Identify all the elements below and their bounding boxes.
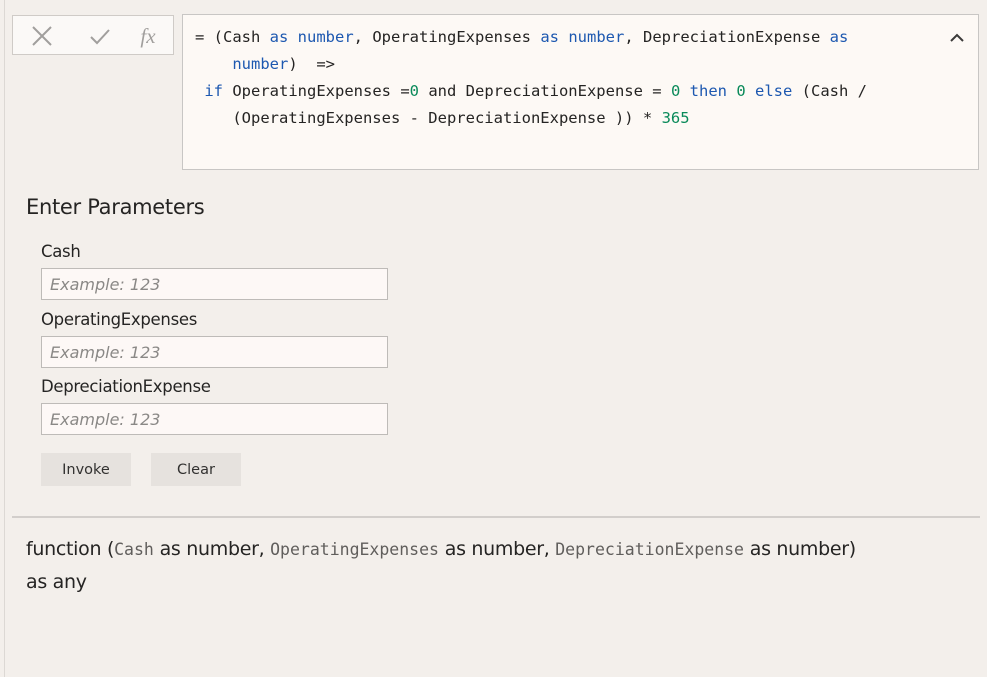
formula-token: else xyxy=(755,82,793,100)
param-label-depreciation-expense: DepreciationExpense xyxy=(41,377,211,396)
clear-button[interactable]: Clear xyxy=(151,453,241,486)
param-label-cash: Cash xyxy=(41,242,81,261)
param-label-operating-expenses: OperatingExpenses xyxy=(41,310,198,329)
formula-token: 365 xyxy=(661,109,690,127)
formula-code[interactable]: = (Cash as number, OperatingExpenses as … xyxy=(195,24,935,132)
formula-bar-buttons: fx xyxy=(12,15,174,55)
signature-separator: , xyxy=(258,538,271,560)
signature-param-name: OperatingExpenses xyxy=(270,540,439,559)
formula-editor[interactable]: = (Cash as number, OperatingExpenses as … xyxy=(182,14,979,170)
cash-input[interactable] xyxy=(41,268,388,300)
signature-suffix: ) xyxy=(848,538,856,560)
chevron-up-icon[interactable] xyxy=(946,27,968,49)
signature-return: as any xyxy=(26,571,87,593)
formula-token xyxy=(559,28,568,46)
formula-token: as xyxy=(540,28,559,46)
formula-token: , OperatingExpenses xyxy=(353,28,541,46)
formula-line: if OperatingExpenses =0 and Depreciation… xyxy=(195,78,935,105)
formula-token: 0 xyxy=(736,82,746,100)
formula-token xyxy=(746,82,755,100)
formula-token: 0 xyxy=(409,82,419,100)
formula-token: if xyxy=(204,82,224,100)
function-signature: function (Cash as number, OperatingExpen… xyxy=(26,533,976,599)
fx-icon[interactable]: fx xyxy=(131,22,165,50)
formula-token: and DepreciationExpense = xyxy=(419,82,671,100)
formula-token: (OperatingExpenses - DepreciationExpense… xyxy=(195,109,662,127)
signature-param-type: as number xyxy=(744,538,849,560)
close-icon[interactable] xyxy=(25,22,59,50)
depreciation-expense-input[interactable] xyxy=(41,403,388,435)
signature-prefix: function ( xyxy=(26,538,115,560)
invoke-button[interactable]: Invoke xyxy=(41,453,131,486)
signature-separator: , xyxy=(543,538,556,560)
formula-token: 0 xyxy=(670,82,681,100)
formula-token: (Cash / xyxy=(792,82,867,100)
signature-param-name: DepreciationExpense xyxy=(555,540,744,559)
section-title: Enter Parameters xyxy=(26,195,205,219)
formula-token: as xyxy=(269,28,289,46)
formula-token: number xyxy=(297,28,354,46)
formula-line: number) => xyxy=(195,51,935,78)
signature-param-type: as number xyxy=(153,538,259,560)
formula-token: = (Cash xyxy=(195,28,270,46)
formula-token: OperatingExpenses = xyxy=(223,82,410,100)
formula-line: = (Cash as number, OperatingExpenses as … xyxy=(195,24,935,51)
formula-token: number xyxy=(568,28,625,46)
formula-token xyxy=(195,55,232,73)
divider xyxy=(12,516,980,518)
formula-token xyxy=(288,28,297,46)
left-border xyxy=(4,0,5,677)
formula-token: , DepreciationExpense xyxy=(624,28,830,46)
formula-token xyxy=(727,82,736,100)
formula-token xyxy=(195,82,204,100)
formula-token: as xyxy=(829,28,849,46)
checkmark-icon[interactable] xyxy=(83,22,117,50)
signature-param-type: as number xyxy=(438,538,544,560)
formula-token: then xyxy=(689,82,727,100)
operating-expenses-input[interactable] xyxy=(41,336,388,368)
formula-token xyxy=(680,82,689,100)
formula-token: number xyxy=(232,55,289,73)
formula-token: ) => xyxy=(288,55,335,73)
formula-line: (OperatingExpenses - DepreciationExpense… xyxy=(195,105,935,132)
signature-param-name: Cash xyxy=(114,540,154,559)
